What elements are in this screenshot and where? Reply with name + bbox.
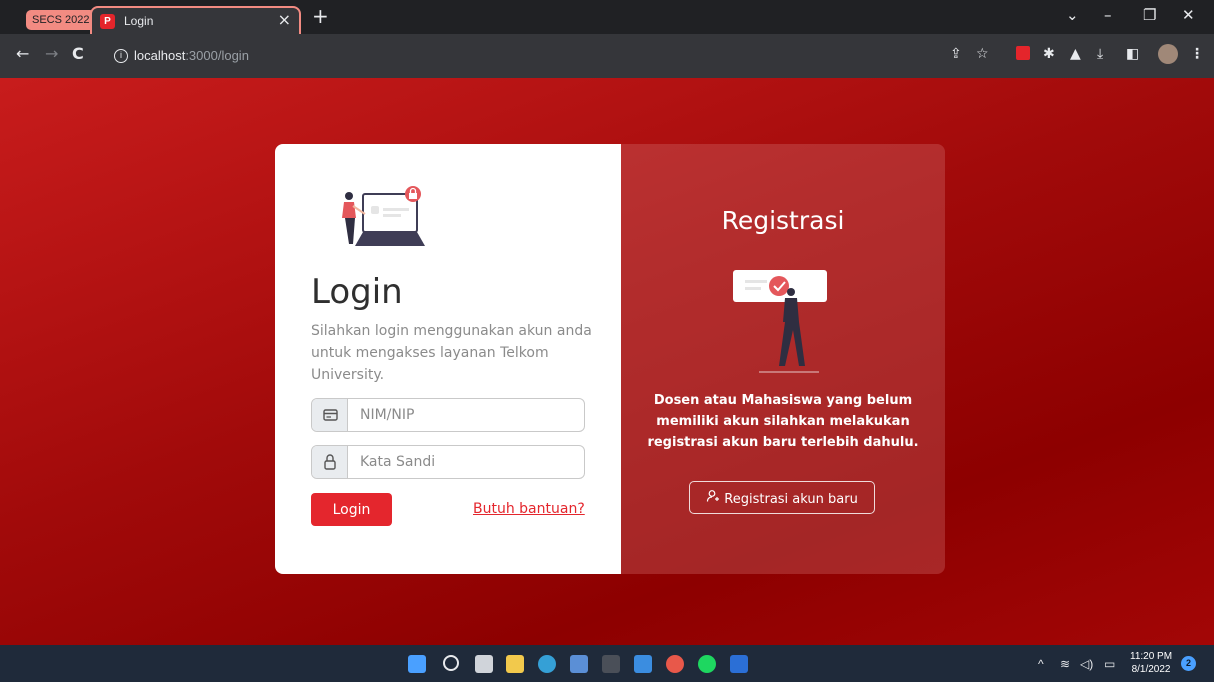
side-panel-icon[interactable]: ◧ [1126, 46, 1139, 62]
url-text[interactable]: localhost:3000/login [134, 48, 249, 63]
register-heading: Registrasi [721, 206, 845, 235]
approval-illustration [733, 270, 827, 373]
help-link[interactable]: Butuh bantuan? [473, 501, 585, 517]
login-description: Silahkan login menggunakan akun anda unt… [311, 323, 592, 383]
nim-field [311, 398, 585, 432]
forward-icon[interactable]: → [45, 46, 58, 62]
share-icon[interactable]: ⇪ [950, 46, 962, 62]
restore-icon[interactable]: ❐ [1143, 6, 1156, 24]
password-field [311, 445, 585, 479]
search-icon[interactable] [443, 655, 459, 671]
user-add-icon [706, 489, 720, 507]
laptop-lock-illustration [342, 186, 425, 246]
extension-icon[interactable] [1016, 46, 1030, 60]
vscode-icon[interactable] [634, 655, 652, 673]
taskbar: ^ ≋ ◁) ▭ 11:20 PM 8/1/2022 2 [0, 645, 1214, 682]
battery-icon[interactable]: ▭ [1104, 657, 1115, 671]
extensions-puzzle-icon[interactable]: ✱ [1043, 46, 1055, 62]
register-description: Dosen atau Mahasiswa yang belum memiliki… [647, 393, 919, 450]
login-heading: Login [311, 272, 403, 312]
reload-icon[interactable]: C [72, 46, 84, 62]
tab-login[interactable]: P Login × [90, 6, 301, 34]
login-panel: Login Silahkan login menggunakan akun an… [275, 144, 621, 574]
login-button[interactable]: Login [311, 493, 392, 526]
lock-icon [312, 446, 348, 478]
new-tab-icon[interactable]: + [312, 6, 329, 26]
notification-badge[interactable]: 2 [1181, 656, 1196, 671]
edge-icon[interactable] [538, 655, 556, 673]
bookmark-star-icon[interactable]: ☆ [976, 46, 989, 62]
start-windows-icon[interactable] [408, 655, 426, 673]
register-panel: Registrasi Dosen atau Mahasiswa yang bel… [621, 144, 945, 574]
wifi-icon[interactable]: ≋ [1060, 657, 1070, 671]
tab-strip: SECS 2022 P Login × + ⌄ – ❐ ✕ [0, 0, 1214, 34]
lab-flask-icon[interactable]: ▲ [1070, 46, 1081, 62]
chrome-icon[interactable] [666, 655, 684, 673]
task-view-icon[interactable] [475, 655, 493, 673]
file-explorer-icon[interactable] [506, 655, 524, 673]
tray-chevron-icon[interactable]: ^ [1038, 657, 1044, 671]
word-icon[interactable] [730, 655, 748, 673]
volume-icon[interactable]: ◁) [1080, 657, 1093, 671]
tab-title: Login [124, 14, 154, 28]
menu-kebab-icon[interactable]: ⋮ [1190, 46, 1204, 62]
clock-date: 8/1/2022 [1131, 664, 1171, 675]
tab-group-chip[interactable]: SECS 2022 [26, 10, 96, 30]
id-card-icon [312, 399, 348, 431]
download-icon[interactable]: ⤓ [1097, 46, 1103, 62]
spotify-icon[interactable] [698, 655, 716, 673]
terminal-icon[interactable] [602, 655, 620, 673]
back-icon[interactable]: ← [16, 46, 29, 62]
close-tab-icon[interactable]: × [278, 10, 291, 29]
tab-search-icon[interactable]: ⌄ [1066, 6, 1079, 24]
close-window-icon[interactable]: ✕ [1182, 6, 1195, 24]
register-button-label: Registrasi akun baru [724, 491, 858, 507]
minimize-icon[interactable]: – [1104, 6, 1112, 24]
register-button[interactable]: Registrasi akun baru [689, 481, 875, 514]
auth-card: Login Silahkan login menggunakan akun an… [275, 144, 945, 574]
clock-time: 11:20 PM [1130, 651, 1173, 662]
telkom-favicon-icon: P [100, 14, 115, 29]
profile-avatar[interactable] [1158, 44, 1178, 64]
site-info-icon[interactable]: i [114, 49, 128, 63]
store-icon[interactable] [570, 655, 588, 673]
nim-input[interactable] [348, 399, 584, 431]
clock[interactable]: 11:20 PM 8/1/2022 [1130, 650, 1172, 676]
password-input[interactable] [348, 446, 584, 478]
page-background: Login Silahkan login menggunakan akun an… [0, 78, 1214, 645]
